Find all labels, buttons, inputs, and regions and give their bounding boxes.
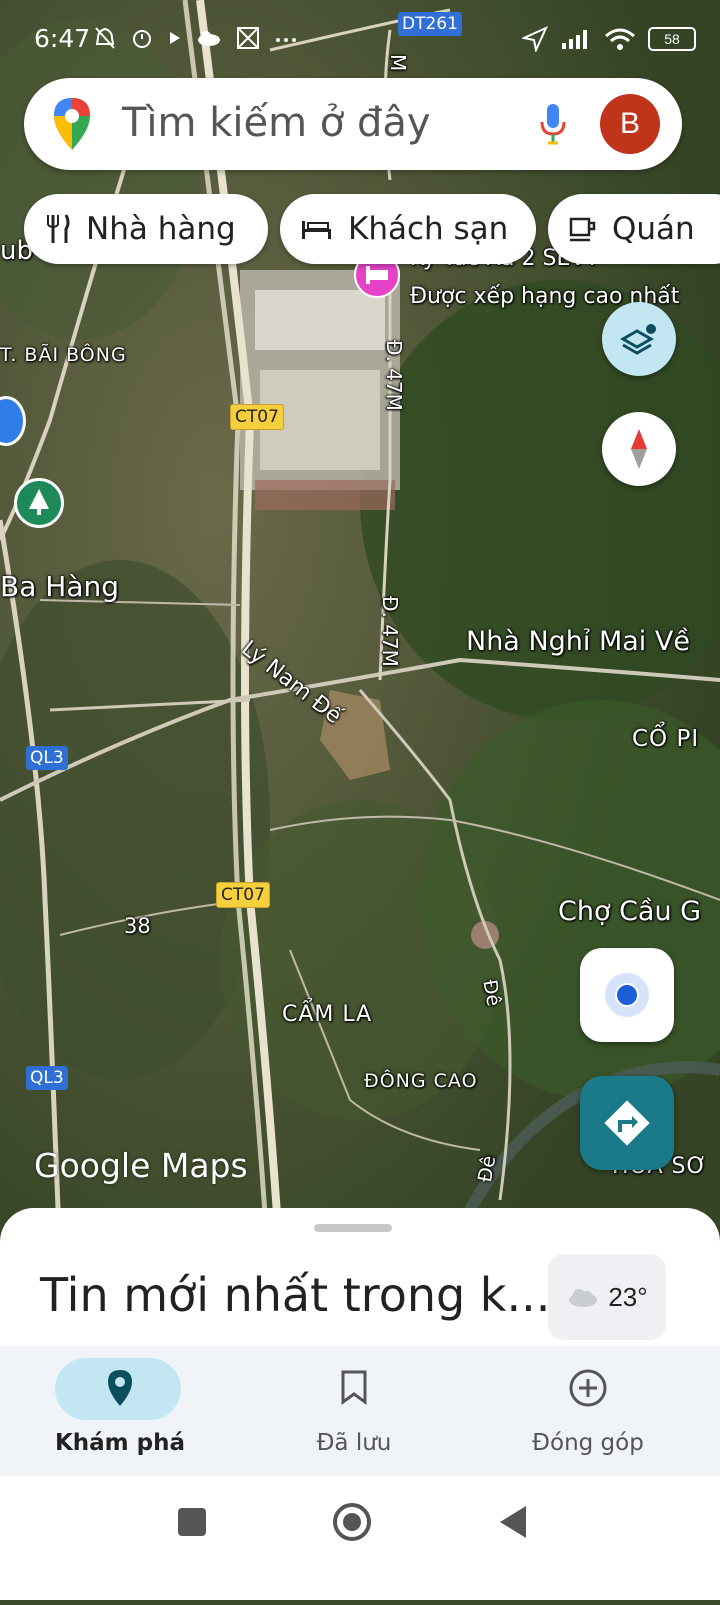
system-navigation-bar: [0, 1476, 720, 1600]
directions-button[interactable]: [580, 1076, 674, 1170]
weather-badge[interactable]: 23°: [548, 1254, 666, 1340]
nav-explore-label: Khám phá: [54, 1430, 186, 1456]
map-label-cho-cau[interactable]: Chợ Cầu G: [558, 896, 701, 927]
tree-icon: [29, 489, 49, 515]
map-label-de-2: Đê: [474, 1153, 501, 1184]
status-bar: 6:47 58: [0, 0, 720, 80]
add-circle-icon: [569, 1369, 607, 1407]
compass-icon: [631, 429, 647, 469]
layers-button[interactable]: [602, 302, 676, 376]
chip-hotels-label: Khách sạn: [348, 211, 509, 247]
map-label-d47m-top: Đ. 47M: [382, 340, 406, 411]
fork-knife-icon: [47, 214, 70, 243]
map-label-co-p: CỔ PI: [632, 726, 700, 752]
map-label-bai-bong: T. BÃI BÔNG: [0, 344, 127, 366]
category-chips: Nhà hàng Khách sạn Quán: [24, 194, 720, 266]
recents-icon[interactable]: [178, 1508, 206, 1536]
map-label-d47m-bottom: Đ. 47M: [378, 596, 402, 667]
search-input[interactable]: Tìm kiếm ở đây: [122, 100, 431, 146]
bed-icon: [302, 221, 331, 239]
status-left-icons: [94, 26, 298, 50]
nav-saved-label: Đã lưu: [316, 1430, 392, 1456]
cloud-icon: [198, 31, 220, 46]
image-icon: [237, 27, 259, 49]
map-label-cam-la: CẨM LA: [282, 1002, 373, 1027]
location-arrow-icon: [522, 26, 548, 52]
map-label-38: 38: [124, 914, 151, 938]
map-view[interactable]: ub T. BÃI BÔNG Ba Hàng Lý Nam Đế Đ. 47M …: [0, 0, 720, 1260]
map-label-nha-nghi[interactable]: Nhà Nghỉ Mai Về: [466, 626, 690, 657]
google-maps-logo-icon: [54, 98, 90, 150]
my-location-button[interactable]: [580, 948, 674, 1042]
layers-icon: [619, 324, 656, 355]
bottom-navigation: Khám phá Đã lưu Đóng góp: [0, 1346, 720, 1476]
directions-icon: [604, 1100, 650, 1146]
account-avatar[interactable]: B: [600, 94, 660, 154]
weather-temperature: 23°: [608, 1281, 648, 1312]
chip-restaurants[interactable]: Nhà hàng: [24, 194, 268, 264]
road-shield-ct07-top: CT07: [230, 404, 284, 430]
battery-icon: 58: [648, 27, 696, 51]
cup-icon: [569, 217, 596, 242]
map-label-ba-hang: Ba Hàng: [0, 570, 119, 603]
location-pin-icon: [108, 1370, 132, 1406]
back-icon[interactable]: [500, 1506, 526, 1538]
microphone-icon[interactable]: [540, 102, 566, 146]
road-shield-ct07-bottom: CT07: [216, 882, 270, 908]
nav-explore[interactable]: Khám phá: [0, 1346, 240, 1476]
status-right-icons: 58: [522, 26, 696, 52]
chip-cafes[interactable]: Quán: [548, 194, 720, 264]
nav-contribute[interactable]: Đóng góp: [468, 1346, 708, 1476]
compass-button[interactable]: [602, 412, 676, 486]
alarm-icon: [133, 30, 151, 48]
road-shield-ql3-top: QL3: [26, 746, 68, 770]
more-dots-icon: [276, 38, 296, 42]
nav-contribute-label: Đóng góp: [532, 1430, 644, 1456]
wifi-icon: [605, 28, 635, 50]
map-label-dong-cao: ĐÔNG CAO: [364, 1070, 478, 1092]
chip-cafes-label: Quán: [612, 211, 695, 247]
bottom-sheet[interactable]: Tin mới nhất trong k... 23°: [0, 1208, 720, 1348]
park-marker[interactable]: [14, 478, 64, 528]
status-time: 6:47: [34, 24, 91, 53]
bell-off-icon: [95, 27, 115, 49]
cloud-icon: [569, 1289, 598, 1307]
play-icon: [170, 32, 180, 44]
map-label-de-1: Đê: [478, 978, 505, 1008]
chip-hotels[interactable]: Khách sạn: [280, 194, 536, 264]
road-shield-ql3-bottom: QL3: [26, 1066, 68, 1090]
my-location-icon: [605, 973, 649, 1017]
drag-handle[interactable]: [314, 1224, 392, 1232]
google-maps-watermark: Google Maps: [34, 1146, 248, 1185]
search-bar[interactable]: Tìm kiếm ở đây B: [24, 78, 682, 170]
nav-saved[interactable]: Đã lưu: [234, 1346, 474, 1476]
chip-restaurants-label: Nhà hàng: [86, 211, 236, 247]
bookmark-icon: [341, 1370, 367, 1405]
signal-icon: [562, 30, 587, 49]
sheet-title[interactable]: Tin mới nhất trong k...: [40, 1268, 550, 1322]
